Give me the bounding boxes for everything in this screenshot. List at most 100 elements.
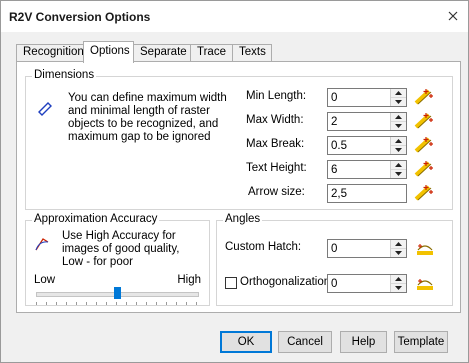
tab-options[interactable]: Options (83, 41, 134, 63)
max-width-input[interactable] (328, 113, 388, 130)
caret-up-icon (395, 277, 402, 281)
pick-from-image-icon[interactable] (414, 160, 434, 178)
spin-up-button[interactable] (391, 137, 406, 146)
max-break-spinner[interactable] (390, 137, 406, 154)
spin-up-button[interactable] (391, 89, 406, 98)
max-width-spinner[interactable] (390, 113, 406, 130)
text-height-field[interactable] (327, 160, 407, 179)
angles-group: Angles Custom Hatch: Orthogonalization (216, 213, 453, 306)
max-width-field[interactable] (327, 112, 407, 131)
caret-down-icon (395, 286, 402, 290)
slider-tick (186, 302, 187, 305)
custom-hatch-field[interactable] (327, 239, 407, 258)
curve-icon (35, 238, 49, 251)
tab-recognition[interactable]: Recognition (16, 44, 84, 61)
slider-low-label: Low (34, 274, 56, 286)
slider-tick (196, 302, 197, 305)
max-width-label: Max Width: (246, 114, 304, 126)
pick-from-image-icon[interactable] (414, 136, 434, 154)
spin-up-button[interactable] (391, 113, 406, 122)
cancel-button[interactable]: Cancel (278, 331, 332, 353)
accuracy-slider[interactable] (36, 287, 199, 305)
orthogonalization-field[interactable] (327, 274, 407, 293)
slider-tick (66, 302, 67, 305)
spin-up-button[interactable] (391, 240, 406, 249)
slider-tick (136, 302, 137, 305)
approximation-description: Use High Accuracy for images of good qua… (62, 230, 180, 268)
dimensions-title: Dimensions (32, 69, 97, 81)
text-height-input[interactable] (328, 161, 388, 178)
orthogonalization-checkbox[interactable] (225, 277, 237, 289)
caret-up-icon (395, 242, 402, 246)
dialog-window: R2V Conversion Options Recognition Optio… (0, 0, 469, 363)
caret-up-icon (395, 115, 402, 119)
spin-down-button[interactable] (391, 122, 406, 130)
text-height-label: Text Height: (246, 162, 307, 174)
min-length-field[interactable] (327, 88, 407, 107)
slider-tick (86, 302, 87, 305)
pick-from-image-icon[interactable] (414, 88, 434, 106)
approximation-title: Approximation Accuracy (32, 213, 160, 225)
min-length-spinner[interactable] (390, 89, 406, 106)
caret-down-icon (395, 172, 402, 176)
spin-up-button[interactable] (391, 275, 406, 284)
tab-texts[interactable]: Texts (232, 44, 272, 61)
slider-tick (56, 302, 57, 305)
angles-title: Angles (223, 213, 263, 225)
tab-trace[interactable]: Trace (190, 44, 233, 61)
max-break-input[interactable] (328, 137, 388, 154)
caret-up-icon (395, 163, 402, 167)
custom-hatch-input[interactable] (328, 240, 388, 257)
caret-down-icon (395, 251, 402, 255)
spin-down-button[interactable] (391, 284, 406, 292)
min-length-input[interactable] (328, 89, 388, 106)
custom-hatch-spinner[interactable] (390, 240, 406, 257)
slider-tick (96, 302, 97, 305)
slider-tick (166, 302, 167, 305)
ruler-icon (38, 102, 52, 116)
caret-up-icon (395, 139, 402, 143)
caret-down-icon (395, 148, 402, 152)
spin-up-button[interactable] (391, 161, 406, 170)
slider-tick (106, 302, 107, 305)
title-bar: R2V Conversion Options (1, 1, 468, 32)
slider-tick (126, 302, 127, 305)
slider-high-label: High (177, 274, 201, 286)
options-panel: Dimensions You can define maximum width … (16, 61, 461, 313)
spin-down-button[interactable] (391, 249, 406, 257)
window-title: R2V Conversion Options (9, 10, 151, 24)
slider-thumb[interactable] (113, 287, 121, 299)
min-length-label: Min Length: (246, 90, 307, 102)
tab-separate[interactable]: Separate (133, 44, 191, 61)
spin-down-button[interactable] (391, 146, 406, 154)
slider-tick (156, 302, 157, 305)
caret-down-icon (395, 100, 402, 104)
max-break-field[interactable] (327, 136, 407, 155)
orthogonalization-spinner[interactable] (390, 275, 406, 292)
close-icon (448, 11, 458, 21)
orthogonalization-input[interactable] (328, 275, 388, 292)
arrow-size-input[interactable] (327, 184, 407, 203)
template-button[interactable]: Template (394, 331, 448, 353)
slider-tick (176, 302, 177, 305)
pick-from-image-icon[interactable] (414, 184, 434, 202)
spin-down-button[interactable] (391, 98, 406, 106)
ok-button[interactable]: OK (220, 331, 272, 353)
pick-from-image-icon[interactable] (414, 112, 434, 130)
close-button[interactable] (444, 8, 462, 24)
caret-down-icon (395, 124, 402, 128)
slider-tick (36, 302, 37, 305)
max-break-label: Max Break: (246, 138, 305, 150)
pick-angle-icon[interactable] (415, 274, 435, 292)
dimensions-group: Dimensions You can define maximum width … (25, 69, 453, 210)
orthogonalization-label: Orthogonalization (240, 276, 331, 288)
caret-up-icon (395, 91, 402, 95)
text-height-spinner[interactable] (390, 161, 406, 178)
approximation-group: Approximation Accuracy Use High Accuracy… (25, 213, 210, 306)
dimensions-description: You can define maximum width and minimal… (68, 92, 227, 143)
pick-angle-icon[interactable] (415, 239, 435, 257)
help-button[interactable]: Help (340, 331, 387, 353)
slider-tick (76, 302, 77, 305)
spin-down-button[interactable] (391, 170, 406, 178)
arrow-size-label: Arrow size: (248, 186, 305, 198)
